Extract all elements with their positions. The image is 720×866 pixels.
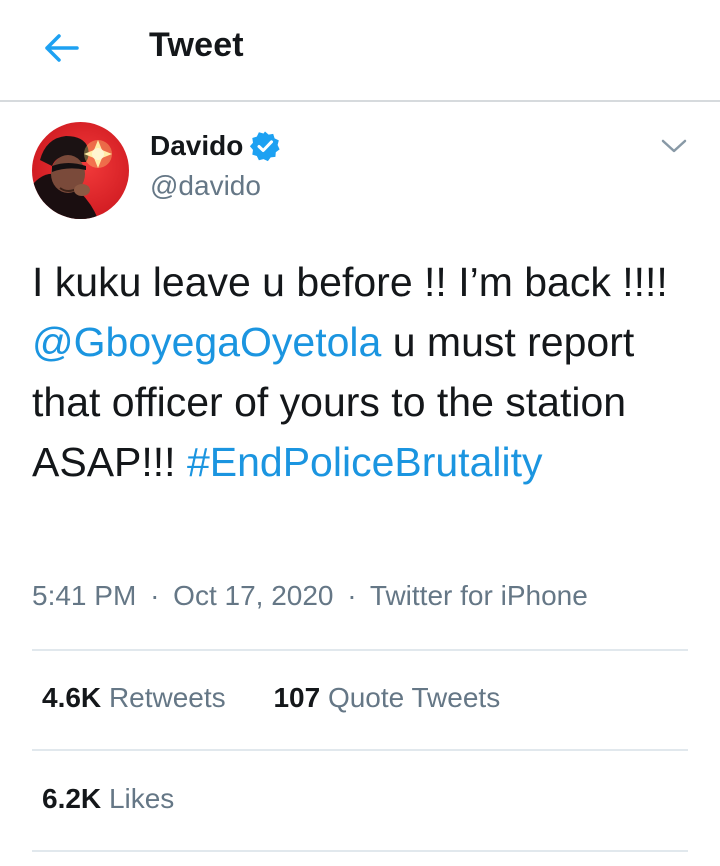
likes-label: Likes <box>108 783 175 814</box>
likes-stats: 6.2K Likes <box>42 783 174 815</box>
quote-tweets-count: 107 <box>273 682 321 713</box>
quote-tweets-label: Quote Tweets <box>327 682 501 713</box>
chevron-down-icon <box>661 139 687 153</box>
author-name-text: Davido <box>150 130 244 161</box>
author-handle[interactable]: @davido <box>150 170 261 202</box>
likes-count: 6.2K <box>42 783 102 814</box>
avatar-image <box>32 122 129 219</box>
meta-separator: · <box>347 580 357 611</box>
avatar[interactable] <box>32 122 129 219</box>
tweet-text-part1: I kuku leave u before !! I’m back !!!! <box>32 259 668 305</box>
verified-badge-icon <box>250 131 280 162</box>
tweet-meta: 5:41 PM · Oct 17, 2020 · Twitter for iPh… <box>32 580 588 612</box>
retweets-count: 4.6K <box>42 682 102 713</box>
engagement-stats: 4.6K Retweets 107 Quote Tweets <box>42 682 500 714</box>
arrow-left-icon <box>45 34 79 62</box>
more-options-button[interactable] <box>656 132 692 160</box>
author-name[interactable]: Davido <box>150 130 281 162</box>
tweet-time: 5:41 PM <box>32 580 137 611</box>
divider <box>32 749 688 751</box>
back-button[interactable] <box>38 28 84 68</box>
page-title: Tweet <box>149 26 244 64</box>
meta-separator: · <box>150 580 160 611</box>
app-header: Tweet <box>0 0 720 102</box>
tweet-date: Oct 17, 2020 <box>173 580 334 611</box>
divider <box>32 850 688 852</box>
retweets-stat[interactable]: 4.6K Retweets <box>42 682 233 713</box>
divider <box>32 649 688 651</box>
mention-link[interactable]: @GboyegaOyetola <box>32 319 381 365</box>
likes-stat[interactable]: 6.2K Likes <box>42 783 174 814</box>
tweet-source-link[interactable]: Twitter for iPhone <box>370 580 588 611</box>
tweet-text: I kuku leave u before !! I’m back !!!! @… <box>32 252 692 492</box>
quote-tweets-stat[interactable]: 107 Quote Tweets <box>273 682 500 713</box>
hashtag-link[interactable]: #EndPoliceBrutality <box>187 439 543 485</box>
retweets-label: Retweets <box>108 682 226 713</box>
